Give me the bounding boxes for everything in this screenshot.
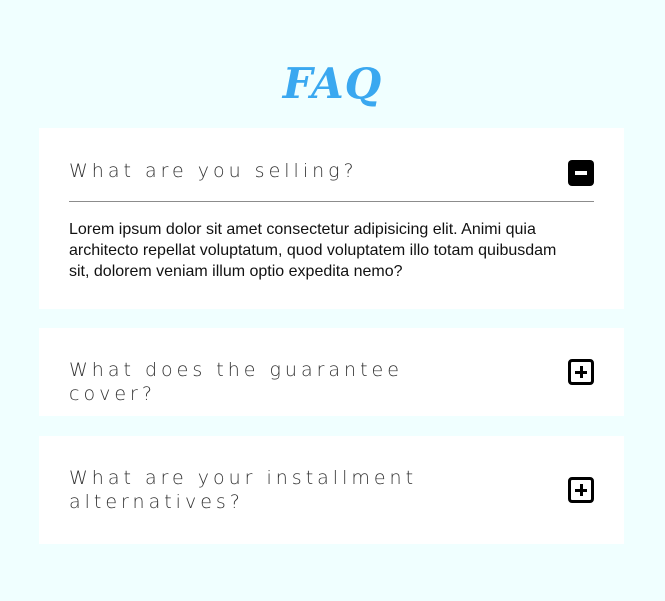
faq-answer: Lorem ipsum dolor sit amet consectetur a… [69, 221, 557, 280]
faq-question[interactable]: What are your installment alternatives? [69, 466, 489, 514]
plus-icon[interactable] [568, 477, 594, 503]
page-title: FAQ [282, 59, 383, 109]
plus-icon[interactable] [568, 359, 594, 385]
faq-divider [69, 201, 594, 202]
minus-icon[interactable] [568, 160, 594, 186]
faq-item-installment: What are your installment alternatives? [39, 436, 624, 544]
faq-question[interactable]: What does the guarantee cover? [69, 358, 489, 406]
faq-question[interactable]: What are you selling? [69, 159, 489, 183]
faq-item-guarantee: What does the guarantee cover? [39, 328, 624, 416]
faq-item-selling: What are you selling? Lorem ipsum dolor … [39, 128, 624, 309]
